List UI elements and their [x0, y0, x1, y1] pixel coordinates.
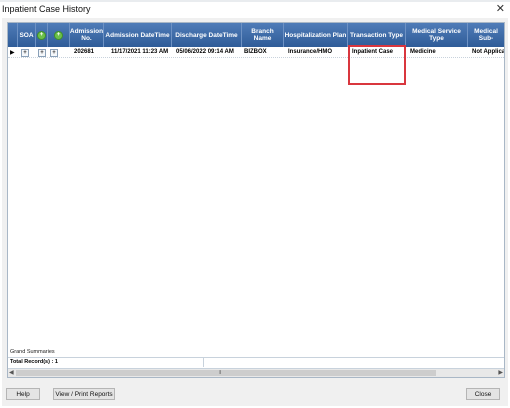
add-row-header[interactable]: + [36, 23, 48, 47]
column-header-branch-name[interactable]: Branch Name [242, 23, 284, 47]
plus-icon[interactable]: + [54, 30, 63, 40]
column-header-admission-datetime[interactable]: Admission DateTime [104, 23, 172, 47]
cell-transaction-type: Inpatient Case [352, 49, 394, 55]
view-print-reports-button[interactable]: View / Print Reports [53, 388, 115, 400]
grid-header: SOA + + Admission No. Admission DateTime… [8, 23, 504, 48]
add-detail-cell[interactable]: + [50, 47, 68, 57]
scroll-left-icon[interactable]: ◀ [9, 369, 14, 377]
soa-cell[interactable]: + [21, 47, 35, 57]
cell-discharge-datetime: 05/06/2022 09:14 AM [176, 49, 234, 55]
case-history-grid: SOA + + Admission No. Admission DateTime… [7, 22, 505, 378]
column-header-transaction-type[interactable]: Transaction Type [348, 23, 406, 47]
cell-medical-sub: Not Applicab [472, 49, 504, 55]
column-header-discharge-datetime[interactable]: Discharge DateTime [172, 23, 242, 47]
total-records: Total Record(s) : 1 [10, 359, 58, 365]
expand-icon[interactable]: + [21, 49, 29, 57]
row-pointer-icon: ▶ [10, 50, 15, 56]
cell-hospitalization-plan: Insurance/HMO [288, 49, 333, 55]
dialog-body: SOA + + Admission No. Admission DateTime… [2, 18, 508, 406]
window-title: Inpatient Case History [2, 4, 91, 14]
cell-medical-service-type: Medicine [410, 49, 436, 55]
scroll-right-icon[interactable]: ▶ [498, 369, 503, 377]
table-row[interactable]: ▶ + + + 202681 11/17/2021 11:23 AM 05/06… [8, 47, 504, 58]
expand-icon[interactable]: + [38, 49, 46, 57]
cell-branch-name: BIZBOX [244, 49, 267, 55]
scrollbar-thumb[interactable] [16, 370, 436, 376]
help-button[interactable]: Help [6, 388, 40, 400]
summary-value-area [203, 358, 504, 367]
scrollbar-grip-icon: ⦀ [219, 370, 222, 376]
add-row-cell[interactable]: + [38, 47, 48, 57]
column-header-medical-service-type[interactable]: Medical Service Type [406, 23, 468, 47]
cell-admission-datetime: 11/17/2021 11:23 AM [111, 49, 169, 55]
column-header-soa[interactable]: SOA [18, 23, 36, 47]
cell-admission-no: 202681 [74, 49, 95, 55]
column-header-admission-no[interactable]: Admission No. [70, 23, 104, 47]
column-header-medical-sub[interactable]: Medical Sub- [468, 23, 504, 47]
expand-icon[interactable]: + [50, 49, 58, 57]
title-bar: Inpatient Case History ✕ [0, 2, 510, 17]
horizontal-scrollbar[interactable]: ◀ ⦀ ▶ [8, 368, 504, 377]
plus-icon[interactable]: + [37, 30, 46, 40]
close-icon[interactable]: ✕ [496, 2, 505, 15]
add-detail-header[interactable]: + [48, 23, 70, 47]
column-header-hospitalization-plan[interactable]: Hospitalization Plan [284, 23, 348, 47]
grand-summaries-label: Grand Summaries [10, 349, 55, 355]
row-indicator-header [8, 23, 18, 47]
close-button[interactable]: Close [466, 388, 500, 400]
